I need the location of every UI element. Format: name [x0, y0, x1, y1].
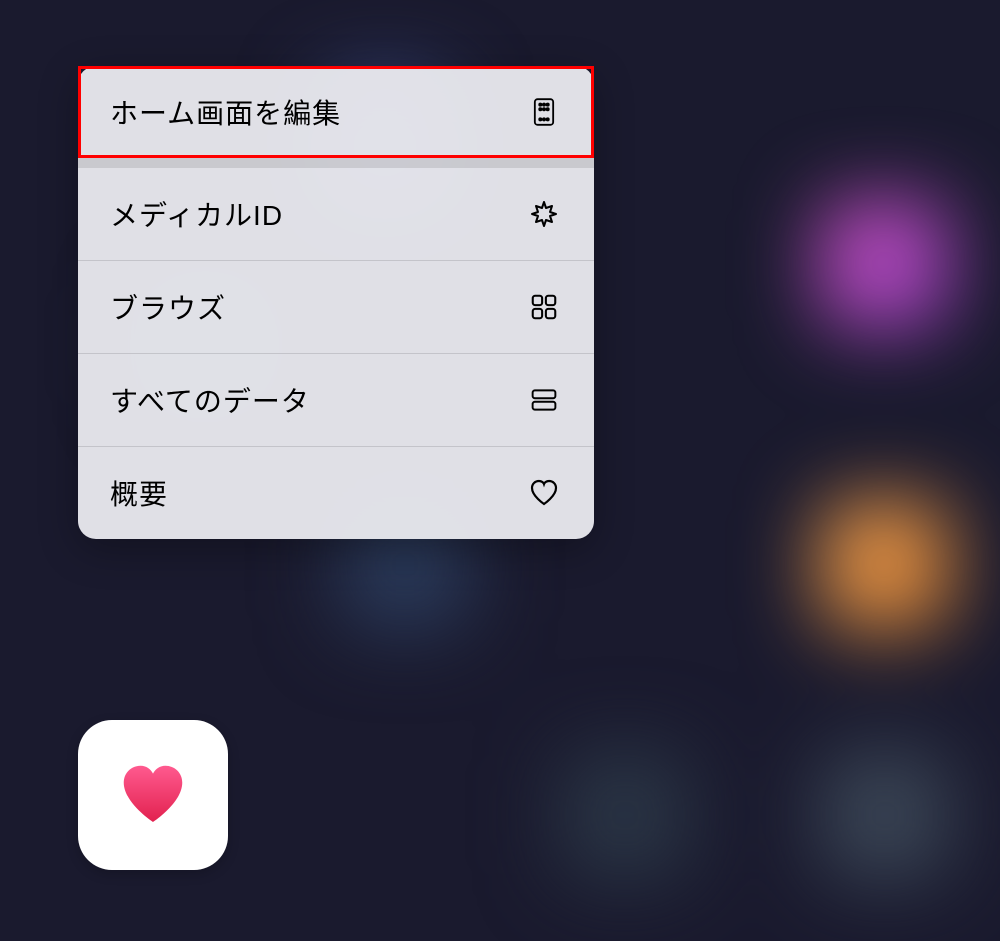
edit-home-icon [526, 94, 562, 130]
menu-item-all-data[interactable]: すべてのデータ [78, 354, 594, 447]
menu-item-label: ブラウズ [110, 287, 226, 327]
heart-icon [117, 759, 189, 831]
menu-item-label: 概要 [110, 473, 168, 513]
bg-app-icon [820, 500, 950, 630]
health-app-icon[interactable] [78, 720, 228, 870]
bg-app-icon [560, 750, 690, 880]
menu-item-medical-id[interactable]: メディカルID [78, 168, 594, 261]
menu-item-label: すべてのデータ [110, 380, 310, 420]
bg-app-icon [820, 200, 950, 330]
menu-item-label: メディカルID [110, 194, 283, 234]
bg-app-icon [820, 750, 950, 880]
context-menu: ホーム画面を編集 メディカルID ブラウズ [78, 66, 594, 539]
summary-icon [526, 475, 562, 511]
all-data-icon [526, 382, 562, 418]
menu-item-label: ホーム画面を編集 [110, 92, 341, 132]
menu-item-summary[interactable]: 概要 [78, 447, 594, 539]
browse-icon [526, 289, 562, 325]
menu-item-edit-home[interactable]: ホーム画面を編集 [78, 66, 594, 168]
medical-id-icon [526, 196, 562, 232]
menu-item-browse[interactable]: ブラウズ [78, 261, 594, 354]
